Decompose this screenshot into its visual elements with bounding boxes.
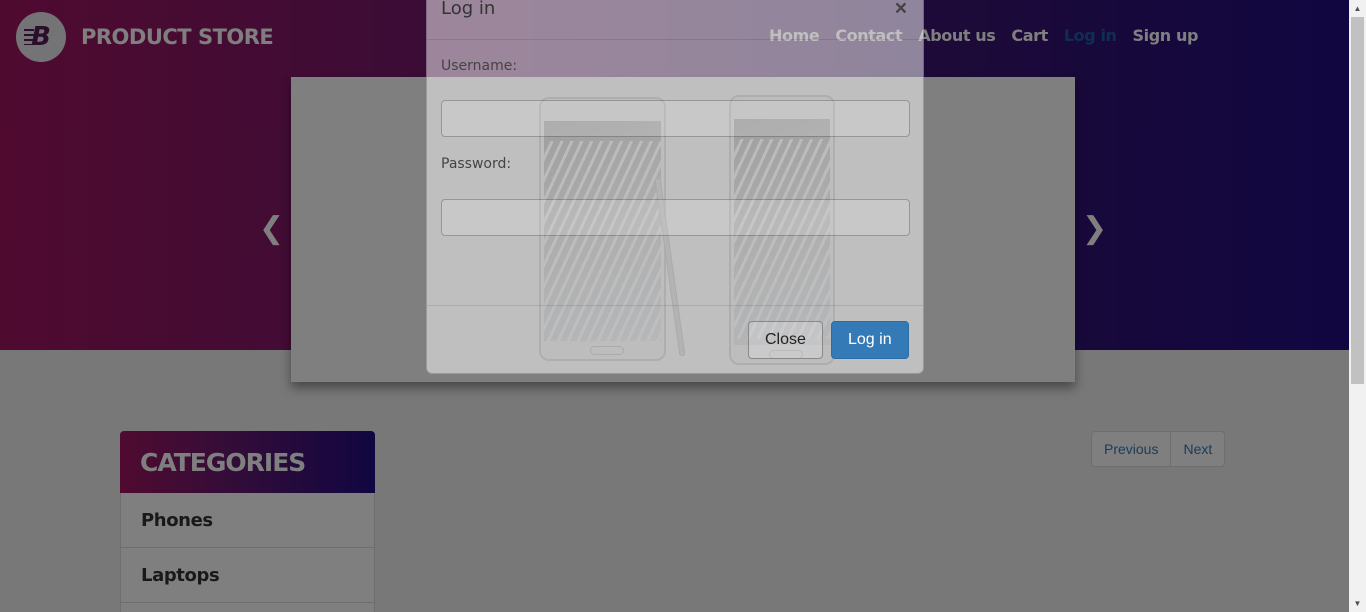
username-label: Username:	[441, 58, 518, 74]
modal-title: Log in	[441, 0, 496, 19]
login-modal: Log in × Username: Password: Close Log i…	[426, 0, 924, 374]
login-button[interactable]: Log in	[831, 321, 909, 359]
username-input[interactable]	[441, 100, 910, 137]
scroll-thumb[interactable]	[1351, 17, 1364, 384]
modal-header-divider	[427, 39, 923, 40]
close-icon[interactable]: ×	[895, 0, 907, 19]
password-input[interactable]	[441, 199, 910, 236]
page-scrollbar[interactable]: ▲ ▼	[1349, 0, 1366, 612]
password-label: Password:	[441, 156, 512, 172]
close-button[interactable]: Close	[748, 321, 823, 359]
scroll-down-icon[interactable]: ▼	[1349, 595, 1366, 612]
scroll-up-icon[interactable]: ▲	[1349, 0, 1366, 17]
modal-footer-divider	[427, 305, 923, 306]
